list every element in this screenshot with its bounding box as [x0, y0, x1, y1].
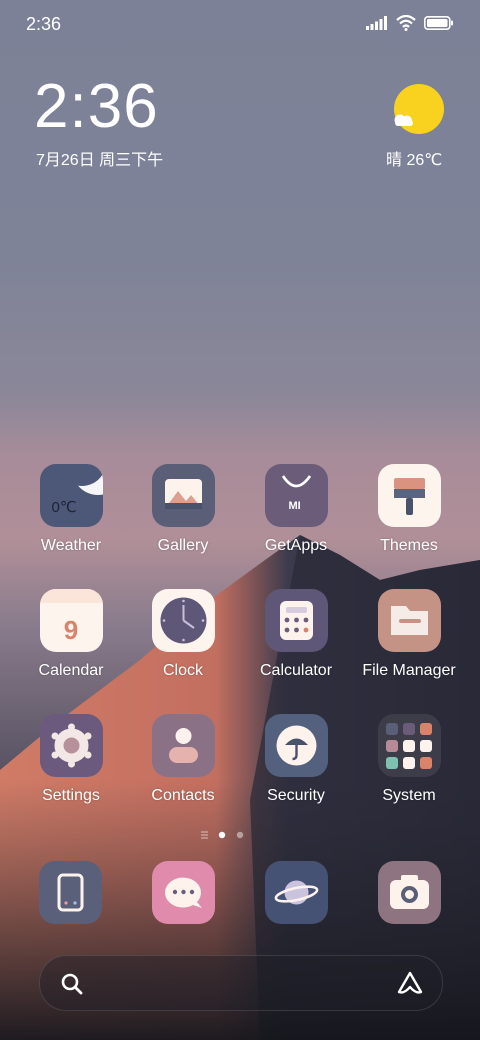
clock-widget-time[interactable]: 2:36: [34, 76, 159, 138]
wifi-icon: [396, 15, 416, 31]
weather-widget-text: 晴 26℃: [386, 152, 443, 169]
app-calculator[interactable]: Calculator: [241, 589, 351, 680]
app-file-manager[interactable]: File Manager: [354, 589, 464, 680]
app-gallery[interactable]: Gallery: [128, 464, 238, 555]
app-system-folder[interactable]: System: [354, 714, 464, 805]
app-label-system: System: [382, 787, 436, 804]
calendar-day: 9: [63, 615, 79, 645]
folder-icon: [377, 589, 441, 652]
app-settings[interactable]: Settings: [16, 714, 126, 805]
camera-icon[interactable]: [378, 861, 441, 924]
app-contacts[interactable]: Contacts: [128, 714, 238, 805]
app-label-file-manager: File Manager: [362, 662, 456, 679]
themes-icon: [377, 464, 441, 527]
app-label-contacts: Contacts: [151, 787, 215, 804]
gear-icon: [39, 714, 103, 777]
status-time: 2:36: [26, 14, 62, 34]
app-label-themes: Themes: [380, 537, 438, 554]
app-label-settings: Settings: [42, 787, 100, 804]
assistant-icon[interactable]: [396, 970, 424, 996]
calculator-icon: [264, 589, 328, 652]
phone-icon[interactable]: [39, 861, 102, 924]
app-label-clock: Clock: [162, 662, 203, 679]
app-label-calendar: Calendar: [38, 662, 104, 679]
page-dot-active: [218, 831, 226, 839]
getapps-icon: MI: [264, 464, 328, 527]
home-screen: 2:36 2:36 7月26日 周三下午 晴 26℃ 0℃ Weather Ga…: [0, 0, 480, 1040]
app-label-weather: Weather: [40, 537, 102, 554]
app-themes[interactable]: Themes: [354, 464, 464, 555]
status-icons: [366, 15, 454, 31]
search-bar[interactable]: [39, 955, 443, 1011]
clock-icon: [151, 589, 215, 652]
app-security[interactable]: Security: [241, 714, 351, 805]
clock-widget-date: 7月26日 周三下午: [36, 152, 164, 169]
page-indicator[interactable]: [200, 829, 280, 841]
messages-icon[interactable]: [152, 861, 215, 924]
app-weather[interactable]: 0℃ Weather: [16, 464, 126, 555]
status-bar: 2:36: [0, 0, 480, 50]
sunny-cloud-icon[interactable]: [394, 84, 444, 134]
app-label-calculator: Calculator: [259, 662, 333, 679]
app-label-security: Security: [267, 787, 325, 804]
cloud-icon: [394, 114, 413, 126]
app-clock[interactable]: Clock: [128, 589, 238, 680]
page-dot: [236, 831, 244, 839]
app-getapps[interactable]: MI GetApps: [241, 464, 351, 555]
app-calendar[interactable]: 9 Calendar: [16, 589, 126, 680]
battery-icon: [424, 16, 453, 30]
contacts-icon: [151, 714, 215, 777]
weather-icon: 0℃: [39, 464, 103, 527]
folder-grid-icon: [377, 714, 441, 777]
search-icon: [61, 973, 83, 995]
signal-icon: [366, 16, 387, 30]
umbrella-icon: [264, 714, 328, 777]
app-label-gallery: Gallery: [157, 537, 209, 554]
app-label-getapps: GetApps: [264, 537, 328, 554]
calendar-icon: 9: [39, 589, 103, 652]
getapps-badge: MI: [288, 500, 301, 512]
weather-icon-badge: 0℃: [51, 499, 77, 516]
gallery-icon: [151, 464, 215, 527]
browser-icon[interactable]: [265, 861, 328, 924]
